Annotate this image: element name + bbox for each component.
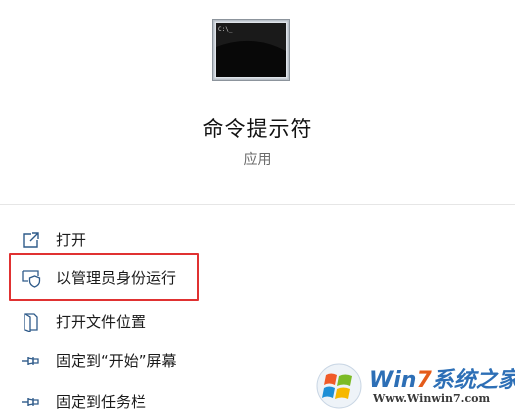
watermark-brand: Win7系统之家 <box>369 368 515 393</box>
menu-item-label: 打开 <box>56 231 87 249</box>
watermark: Win7系统之家 Www.Winwin7.com <box>311 360 515 414</box>
file-location-icon <box>24 313 38 332</box>
menu-item-pin-to-taskbar[interactable]: 固定到任务栏 <box>0 384 300 418</box>
app-title: 命令提示符 <box>202 117 313 141</box>
menu-item-open[interactable]: 打开 <box>0 222 300 256</box>
app-header-panel: C:\_ 命令提示符 应用 <box>0 0 515 204</box>
menu-item-open-file-location[interactable]: 打开文件位置 <box>0 304 300 338</box>
open-external-icon <box>23 232 39 248</box>
divider <box>0 204 515 205</box>
cmd-window-icon: C:\_ <box>212 19 290 81</box>
menu-item-label: 打开文件位置 <box>56 313 147 331</box>
menu-item-label: 固定到任务栏 <box>56 393 147 411</box>
menu-item-pin-to-start[interactable]: 固定到“开始”屏幕 <box>0 343 300 377</box>
windows-logo-icon <box>316 363 362 409</box>
app-subtitle: 应用 <box>243 152 272 168</box>
highlight-box <box>9 253 199 301</box>
pin-icon <box>22 357 39 365</box>
svg-text:C:\_: C:\_ <box>218 26 233 33</box>
menu-item-label: 固定到“开始”屏幕 <box>56 352 177 370</box>
watermark-url: Www.Winwin7.com <box>373 392 491 405</box>
pin-icon <box>22 398 39 406</box>
